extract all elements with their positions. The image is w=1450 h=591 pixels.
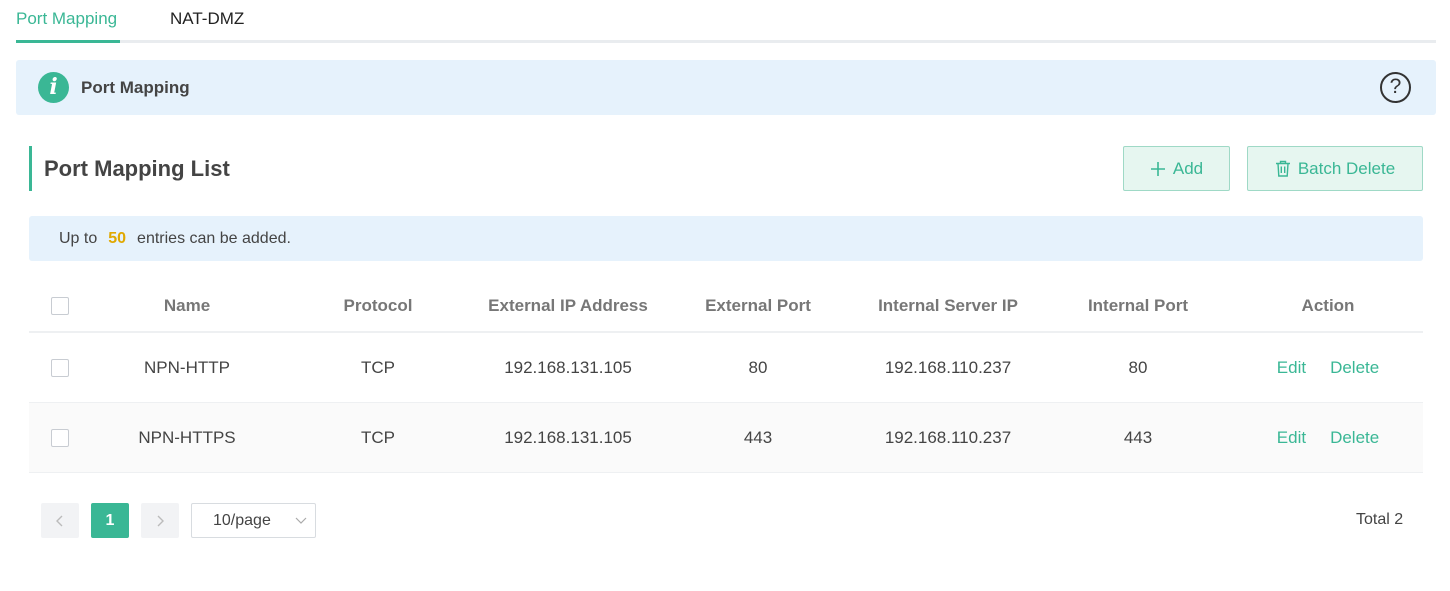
table-row: NPN-HTTP TCP 192.168.131.105 80 192.168.… [29, 333, 1423, 403]
edit-link[interactable]: Edit [1277, 428, 1306, 448]
tab-bar: Port Mapping NAT-DMZ [16, 0, 1436, 43]
table-header: Name Protocol External IP Address Extern… [29, 280, 1423, 333]
cell-external-port: 443 [743, 427, 773, 447]
delete-link[interactable]: Delete [1330, 358, 1379, 378]
cell-protocol: TCP [361, 357, 395, 377]
add-button-label: Add [1172, 158, 1204, 178]
cell-internal-port: 443 [1123, 427, 1153, 447]
column-header-name: Name [163, 295, 211, 315]
column-header-action: Action [1301, 295, 1355, 315]
batch-delete-label: Batch Delete [1297, 158, 1396, 178]
trash-icon [1275, 160, 1291, 177]
tab-port-mapping[interactable]: Port Mapping [16, 9, 117, 29]
tab-nat-dmz[interactable]: NAT-DMZ [170, 9, 244, 29]
column-header-external-ip: External IP Address [488, 295, 648, 315]
cell-name: NPN-HTTPS [138, 427, 236, 447]
next-page-button[interactable] [141, 503, 179, 538]
cell-action: Edit Delete [1233, 333, 1423, 402]
max-entries-count: 50 [108, 230, 127, 247]
column-header-internal-ip: Internal Server IP [878, 295, 1018, 315]
column-header-external-port: External Port [705, 295, 811, 315]
page-size-value: 10/page [213, 512, 271, 529]
question-icon[interactable]: ? [1380, 72, 1411, 103]
notice-prefix: Up to [59, 230, 98, 247]
cell-external-ip: 192.168.131.105 [504, 427, 632, 447]
chevron-left-icon [56, 515, 63, 526]
cell-external-port: 80 [748, 357, 768, 377]
notice-suffix: entries can be added. [137, 230, 291, 247]
column-header-protocol: Protocol [343, 295, 413, 315]
row-checkbox[interactable] [51, 428, 69, 447]
cell-internal-ip: 192.168.110.237 [884, 357, 1012, 377]
previous-page-button[interactable] [41, 503, 79, 538]
chevron-right-icon [157, 515, 164, 526]
info-banner: i Port Mapping ? [16, 60, 1436, 115]
column-header-internal-port: Internal Port [1087, 295, 1189, 315]
cell-external-ip: 192.168.131.105 [504, 357, 632, 377]
delete-link[interactable]: Delete [1330, 428, 1379, 448]
total-count: Total 2 [1356, 511, 1404, 528]
table-row: NPN-HTTPS TCP 192.168.131.105 443 192.16… [29, 403, 1423, 473]
page-size-select[interactable]: 10/page [191, 503, 316, 538]
port-mapping-table: Name Protocol External IP Address Extern… [29, 280, 1423, 473]
chevron-down-icon [295, 504, 307, 549]
section-title: Port Mapping List [44, 156, 230, 181]
info-banner-title: Port Mapping [81, 78, 190, 97]
section-header: Port Mapping List [29, 146, 230, 191]
info-icon: i [38, 72, 69, 103]
cell-protocol: TCP [361, 427, 395, 447]
select-all-checkbox[interactable] [51, 296, 69, 315]
cell-internal-ip: 192.168.110.237 [884, 427, 1012, 447]
row-checkbox[interactable] [51, 358, 69, 377]
add-button[interactable]: Add [1123, 146, 1230, 191]
cell-action: Edit Delete [1233, 403, 1423, 472]
page-number-button[interactable]: 1 [91, 503, 129, 538]
edit-link[interactable]: Edit [1277, 358, 1306, 378]
cell-name: NPN-HTTP [144, 357, 230, 377]
plus-icon [1150, 161, 1166, 177]
active-tab-indicator [16, 40, 120, 43]
entry-limit-notice: Up to 50 entries can be added. [29, 216, 1423, 261]
batch-delete-button[interactable]: Batch Delete [1247, 146, 1423, 191]
cell-internal-port: 80 [1128, 357, 1148, 377]
